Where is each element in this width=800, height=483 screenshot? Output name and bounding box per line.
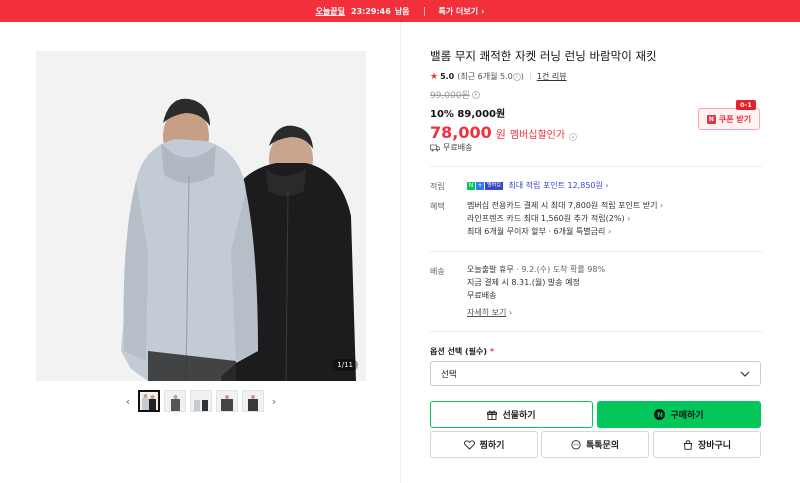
benefits-list: 멤버십 전용카드 결제 시 최대 7,800원 적립 포인트 받기 › 라인프렌… xyxy=(467,199,663,238)
option-label: 옵션 선택 (필수) * xyxy=(430,347,495,356)
top-deal-bar: 오늘끝딜 23:29:46 남음 특가 더보기 › xyxy=(0,0,800,22)
more-deals-link[interactable]: 특가 더보기 › xyxy=(439,6,485,17)
gift-icon xyxy=(487,410,498,420)
points-content[interactable]: N + 멤버십 최대 적립 포인트 12,850원 › xyxy=(467,179,609,192)
product-photo xyxy=(36,51,366,381)
star-icon: ★ xyxy=(430,71,439,82)
gift-label: 선물하기 xyxy=(502,411,536,421)
rating-sub-close: ) xyxy=(520,72,524,81)
chevron-left-icon[interactable]: ‹ xyxy=(122,395,134,408)
heart-icon xyxy=(463,439,475,450)
talk-label: 톡톡문의 xyxy=(585,441,620,451)
more-deals-label: 특가 더보기 xyxy=(438,6,479,16)
wish-label: 찜하기 xyxy=(479,441,505,451)
shipping-arrival: · 9.2.(수) 도착 확률 98% xyxy=(516,265,606,274)
chevron-right-icon[interactable]: › xyxy=(268,395,280,408)
chevron-right-icon: › xyxy=(481,6,485,16)
divider xyxy=(529,72,531,81)
member-price: 78,000 xyxy=(430,123,492,142)
talk-inquiry-button[interactable]: 톡톡문의 xyxy=(541,431,649,458)
member-price-label: 멤버십할인가 xyxy=(509,130,566,141)
deal-timer-suffix: 남음 xyxy=(394,6,410,16)
info-icon[interactable]: i xyxy=(512,72,521,81)
main-product-image[interactable]: 1/11 xyxy=(36,51,366,381)
rating-sub: (최근 6개월 5.0 xyxy=(457,72,513,81)
today-deal-label[interactable]: 오늘끝딜 xyxy=(316,6,345,17)
divider xyxy=(430,331,762,332)
divider xyxy=(430,166,762,167)
delivery-row: 무료배송 xyxy=(430,142,472,153)
shipping-fee: 무료배송 xyxy=(467,291,497,300)
naver-n-icon: N xyxy=(706,114,716,124)
thumbnail-4[interactable] xyxy=(216,390,238,412)
benefit-item[interactable]: 최대 6개월 무이자 할부 · 6개월 특별금리 › xyxy=(467,225,663,238)
naver-pay-icon: N xyxy=(654,409,666,420)
original-price-row: 99,000원 i xyxy=(430,88,762,101)
shipping-dispatch: 지금 결제 시 8.31.(월) 발송 예정 xyxy=(467,278,580,287)
thumbnail-2[interactable] xyxy=(164,390,186,412)
points-text: 최대 적립 포인트 12,850원 xyxy=(508,181,603,190)
shipping-status: 오늘출발 휴무 xyxy=(467,265,514,274)
review-link[interactable]: 1건 리뷰 xyxy=(537,71,567,82)
chevron-right-icon: › xyxy=(607,227,612,236)
required-mark: * xyxy=(489,347,495,356)
column-divider xyxy=(400,22,401,483)
option-select-value: 선택 xyxy=(441,369,457,380)
chevron-right-icon: › xyxy=(660,201,664,210)
option-select[interactable]: 선택 xyxy=(430,361,761,386)
divider xyxy=(423,6,425,16)
chevron-down-icon xyxy=(740,371,750,377)
benefits-label: 혜택 xyxy=(430,202,445,211)
benefit-item[interactable]: 멤버십 전용카드 결제 시 최대 7,800원 적립 포인트 받기 › xyxy=(467,199,663,212)
naver-pay-icon: N + 멤버십 xyxy=(467,181,503,190)
image-counter: 1/11 xyxy=(332,359,358,371)
deal-timer: 23:29:46 xyxy=(351,6,391,16)
buy-label: 구매하기 xyxy=(670,411,704,421)
chevron-right-icon: › xyxy=(508,308,513,317)
divider xyxy=(430,251,762,252)
coupon-label: 쿠폰 받기 xyxy=(718,114,752,124)
chat-icon xyxy=(571,439,581,449)
original-price: 99,000원 xyxy=(430,91,470,101)
rating-row: ★ 5.0 (최근 6개월 5.0 i ) 1건 리뷰 xyxy=(430,71,762,82)
shipping-detail-link[interactable]: 자세히 보기 xyxy=(467,308,506,317)
product-title: 밸롬 무지 쾌적한 자켓 러닝 런닝 바람막이 재킷 xyxy=(430,49,657,63)
thumbnail-1[interactable] xyxy=(138,390,160,412)
rating-score: 5.0 xyxy=(440,72,455,81)
benefit-item[interactable]: 라인프렌즈 카드 최대 1,560원 추가 적립(2%) › xyxy=(467,212,663,225)
chevron-down-icon[interactable]: ⌄ xyxy=(569,133,578,141)
thumbnail-3[interactable] xyxy=(190,390,212,412)
truck-icon xyxy=(430,144,440,151)
shipping-info: 오늘출발 휴무 · 9.2.(수) 도착 확률 98% 지금 결제 시 8.31… xyxy=(467,263,605,319)
coupon-button[interactable]: N 쿠폰 받기 xyxy=(698,108,760,130)
cart-button[interactable]: 장바구니 xyxy=(653,431,761,458)
buy-button[interactable]: N 구매하기 xyxy=(597,401,761,428)
coupon-badge: 0-1 xyxy=(736,100,756,110)
chevron-right-icon: › xyxy=(605,181,609,190)
shipping-label: 배송 xyxy=(430,267,445,276)
thumbnail-5[interactable] xyxy=(242,390,264,412)
delivery-text: 무료배송 xyxy=(443,143,473,152)
thumbnail-strip: ‹ › xyxy=(122,390,280,412)
member-price-unit: 원 xyxy=(495,128,506,141)
gift-button[interactable]: 선물하기 xyxy=(430,401,593,428)
points-label: 적립 xyxy=(430,182,445,191)
info-icon[interactable]: i xyxy=(471,90,480,99)
wish-button[interactable]: 찜하기 xyxy=(430,431,538,458)
cart-label: 장바구니 xyxy=(697,441,732,451)
chevron-right-icon: › xyxy=(627,214,631,223)
bag-icon xyxy=(683,439,692,450)
